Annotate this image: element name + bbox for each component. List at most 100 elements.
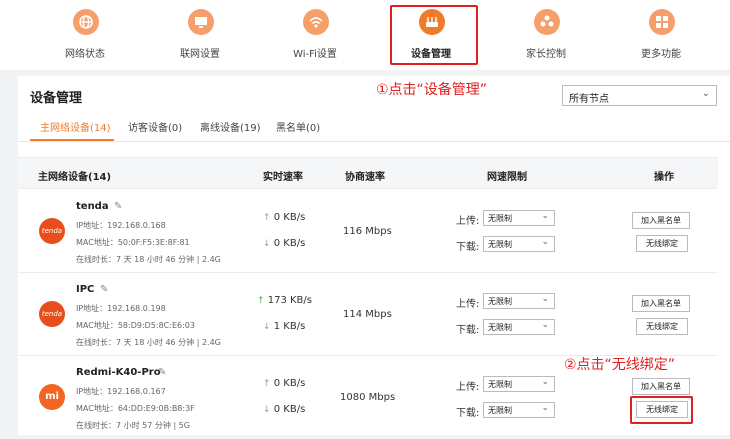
download-limit-label: 下载: bbox=[456, 242, 480, 253]
chevron-down-icon: ⌄ bbox=[541, 294, 549, 304]
table-row: tenda tenda ✎ IP地址：192.168.0.168 MAC地址：5… bbox=[18, 190, 718, 273]
upload-limit-select[interactable]: 无限制 ⌄ bbox=[483, 210, 555, 226]
nav-more-functions[interactable]: 更多功能 bbox=[606, 0, 716, 70]
download-limit-select[interactable]: 无限制 ⌄ bbox=[483, 402, 555, 418]
col-header-devices: 主网络设备(14) bbox=[38, 172, 112, 183]
negotiated-rate: 116 Mbps bbox=[343, 226, 392, 237]
upload-limit-select[interactable]: 无限制 ⌄ bbox=[483, 293, 555, 309]
arrow-down-icon: ↓ bbox=[263, 322, 271, 332]
device-mac: MAC地址：58:D9:D5:8C:E6:03 bbox=[76, 321, 195, 330]
upload-limit-value: 无限制 bbox=[488, 214, 512, 223]
add-blacklist-button[interactable]: 加入黑名单 bbox=[632, 378, 690, 395]
tab-offline-devices[interactable]: 离线设备(19) bbox=[200, 119, 261, 134]
device-online-time: 在线时长：7 小时 57 分钟 | 5G bbox=[76, 421, 190, 430]
wifi-icon bbox=[303, 9, 329, 35]
table-header: 主网络设备(14) 实时速率 协商速率 网速限制 操作 bbox=[18, 157, 718, 189]
col-header-actions: 操作 bbox=[654, 172, 674, 183]
device-name: tenda bbox=[76, 201, 109, 212]
download-rate-value: 1 KB/s bbox=[273, 321, 306, 332]
download-rate-value: 0 KB/s bbox=[273, 404, 306, 415]
device-ip: IP地址：192.168.0.168 bbox=[76, 221, 166, 230]
upload-limit-label: 上传: bbox=[456, 382, 480, 393]
tab-divider bbox=[18, 141, 730, 142]
arrow-down-icon: ↓ bbox=[263, 239, 271, 249]
nav-network-status[interactable]: 网络状态 bbox=[30, 0, 140, 70]
wireless-bind-button[interactable]: 无线绑定 bbox=[636, 318, 688, 335]
edit-icon[interactable]: ✎ bbox=[100, 284, 108, 295]
upload-rate: ↑ 173 KB/s bbox=[257, 295, 312, 306]
download-limit-label: 下载: bbox=[456, 325, 480, 336]
monitor-icon bbox=[188, 9, 214, 35]
download-limit-select[interactable]: 无限制 ⌄ bbox=[483, 319, 555, 335]
device-name: Redmi-K40-Pro bbox=[76, 367, 161, 378]
upload-limit-select[interactable]: 无限制 ⌄ bbox=[483, 376, 555, 392]
negotiated-rate: 114 Mbps bbox=[343, 309, 392, 320]
device-online-time: 在线时长：7 天 18 小时 46 分钟 | 2.4G bbox=[76, 338, 221, 347]
device-name: IPC bbox=[76, 284, 95, 295]
download-rate: ↓ 0 KB/s bbox=[263, 404, 305, 415]
top-nav: 网络状态 联网设置 Wi-Fi设置 设备管理 家长控制 更多功能 bbox=[0, 0, 730, 70]
nav-wifi-settings[interactable]: Wi-Fi设置 bbox=[260, 0, 370, 70]
wireless-bind-button[interactable]: 无线绑定 bbox=[636, 235, 688, 252]
col-header-speed-limit: 网速限制 bbox=[487, 172, 527, 183]
upload-rate: ↑ 0 KB/s bbox=[263, 212, 305, 223]
nav-parental-control[interactable]: 家长控制 bbox=[491, 0, 601, 70]
arrow-up-icon: ↑ bbox=[257, 296, 265, 306]
annotation-step1: ①点击“设备管理” bbox=[376, 82, 488, 98]
tab-blacklist[interactable]: 黑名单(0) bbox=[276, 119, 320, 134]
upload-limit-value: 无限制 bbox=[488, 297, 512, 306]
arrow-down-icon: ↓ bbox=[263, 405, 271, 415]
upload-rate-value: 0 KB/s bbox=[273, 378, 306, 389]
chevron-down-icon: ⌄ bbox=[541, 320, 549, 330]
highlight-wireless-bind bbox=[630, 396, 693, 424]
upload-rate: ↑ 0 KB/s bbox=[263, 378, 305, 389]
tenda-logo: tenda bbox=[39, 301, 65, 327]
download-limit-value: 无限制 bbox=[488, 240, 512, 249]
highlight-device-management bbox=[390, 5, 478, 65]
download-rate: ↓ 1 KB/s bbox=[263, 321, 305, 332]
device-online-time: 在线时长：7 天 18 小时 46 分钟 | 2.4G bbox=[76, 255, 221, 264]
edit-icon[interactable]: ✎ bbox=[114, 201, 122, 212]
upload-limit-label: 上传: bbox=[456, 216, 480, 227]
tab-guest-devices[interactable]: 访客设备(0) bbox=[128, 119, 182, 134]
mi-logo: mi bbox=[39, 384, 65, 410]
download-limit-select[interactable]: 无限制 ⌄ bbox=[483, 236, 555, 252]
add-blacklist-button[interactable]: 加入黑名单 bbox=[632, 212, 690, 229]
nav-label: 家长控制 bbox=[526, 49, 566, 60]
annotation-step2: ②点击“无线绑定” bbox=[564, 357, 676, 373]
device-ip: IP地址：192.168.0.198 bbox=[76, 304, 166, 313]
table-row: tenda IPC ✎ IP地址：192.168.0.198 MAC地址：58:… bbox=[18, 273, 718, 356]
globe-icon bbox=[73, 9, 99, 35]
upload-rate-value: 0 KB/s bbox=[273, 212, 306, 223]
nav-label: Wi-Fi设置 bbox=[293, 49, 337, 60]
tab-main-network[interactable]: 主网络设备(14) bbox=[40, 119, 111, 134]
nav-label: 联网设置 bbox=[180, 49, 220, 60]
download-limit-value: 无限制 bbox=[488, 406, 512, 415]
add-blacklist-button[interactable]: 加入黑名单 bbox=[632, 295, 690, 312]
download-limit-label: 下载: bbox=[456, 408, 480, 419]
tenda-logo: tenda bbox=[39, 218, 65, 244]
device-mac: MAC地址：50:0F:F5:3E:8F:81 bbox=[76, 238, 190, 247]
page-title: 设备管理 bbox=[30, 91, 83, 106]
chevron-down-icon: ⌄ bbox=[701, 88, 710, 99]
device-mac: MAC地址：64:DD:E9:0B:B8:3F bbox=[76, 404, 195, 413]
arrow-up-icon: ↑ bbox=[263, 379, 271, 389]
device-ip: IP地址：192.168.0.167 bbox=[76, 387, 166, 396]
upload-limit-value: 无限制 bbox=[488, 380, 512, 389]
arrow-up-icon: ↑ bbox=[263, 213, 271, 223]
node-select[interactable]: 所有节点 ⌄ bbox=[562, 85, 717, 106]
col-header-realtime-rate: 实时速率 bbox=[263, 172, 303, 183]
edit-icon[interactable]: ✎ bbox=[158, 367, 166, 378]
device-panel: 设备管理 所有节点 ⌄ 主网络设备(14) 访客设备(0) 离线设备(19) 黑… bbox=[18, 76, 730, 435]
grid-icon bbox=[649, 9, 675, 35]
upload-rate-value: 173 KB/s bbox=[267, 295, 312, 306]
col-header-negotiated-rate: 协商速率 bbox=[345, 172, 385, 183]
upload-limit-label: 上传: bbox=[456, 299, 480, 310]
family-icon bbox=[534, 9, 560, 35]
chevron-down-icon: ⌄ bbox=[541, 403, 549, 413]
chevron-down-icon: ⌄ bbox=[541, 377, 549, 387]
negotiated-rate: 1080 Mbps bbox=[340, 392, 396, 403]
node-select-value: 所有节点 bbox=[569, 94, 609, 105]
nav-label: 更多功能 bbox=[641, 49, 681, 60]
nav-internet-settings[interactable]: 联网设置 bbox=[145, 0, 255, 70]
